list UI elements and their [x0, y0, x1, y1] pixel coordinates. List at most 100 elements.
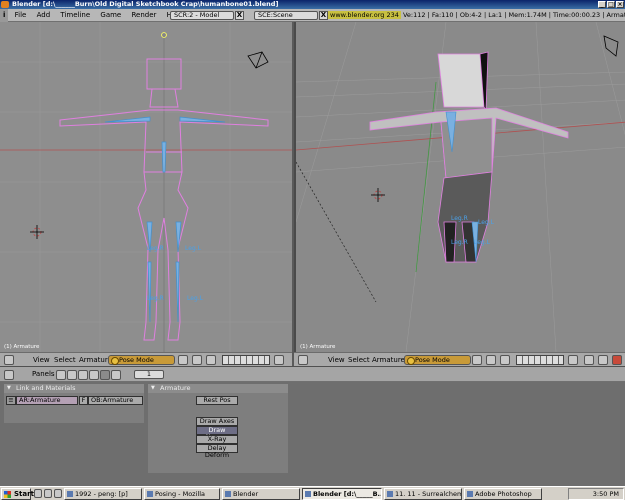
clock[interactable]: 3:50 PM: [593, 490, 619, 498]
menu-render[interactable]: Render: [127, 9, 160, 22]
bone-label-leg-r: Leg.R: [451, 215, 468, 222]
armature-data-icon[interactable]: ≡: [6, 396, 16, 405]
scene-delete-button[interactable]: X: [319, 11, 328, 20]
lock-icon[interactable]: [568, 355, 578, 365]
bone-label-lower-leg-r: Leg.R: [147, 295, 164, 302]
record-icon[interactable]: [612, 355, 622, 365]
screen-selector[interactable]: SCR:2 - Model: [170, 11, 234, 20]
desktop-quicklaunch-icon[interactable]: [34, 489, 42, 498]
view-header-left: View Select Armature Pose Mode: [0, 352, 292, 366]
menu-view-right[interactable]: View: [328, 353, 345, 367]
window-type-icon[interactable]: [4, 355, 14, 365]
object-context-icon[interactable]: [89, 370, 99, 380]
task-item-5[interactable]: 11. 11 - Surrealchemist - ...: [384, 488, 462, 500]
viewport-label-left: (1) Armature: [4, 344, 40, 350]
perspective-view-canvas: Leg.R Leg.L Leg.R Leg.L: [296, 22, 625, 352]
menu-game[interactable]: Game: [96, 9, 125, 22]
manipulator-icon[interactable]: [206, 355, 216, 365]
panel-armature-header[interactable]: Armature: [148, 384, 288, 393]
arrow-up-icon[interactable]: [598, 355, 608, 365]
window-type-icon[interactable]: [298, 355, 308, 365]
pivot-icon[interactable]: [192, 355, 202, 365]
mode-selector-right[interactable]: Pose Mode: [404, 355, 471, 365]
bone-label-leg-l: Leg.L: [478, 219, 495, 226]
system-tray: 3:50 PM: [568, 488, 624, 500]
logic-context-icon[interactable]: [56, 370, 66, 380]
task-item-1[interactable]: 1992 - peng: [p]: [64, 488, 142, 500]
task-item-4[interactable]: Blender [d:\_____B...: [302, 488, 382, 500]
buttons-window: Link and Materials ≡ AR:Armature F OB:Ar…: [0, 382, 625, 486]
draw-type-icon[interactable]: [472, 355, 482, 365]
editing-context-icon[interactable]: [100, 370, 110, 380]
viewport-perspective[interactable]: Leg.R Leg.L Leg.R Leg.L (1) Armature: [294, 22, 625, 352]
window-title: Blender [d:\______Burn\Old Digital Sketc…: [12, 0, 279, 8]
browser-quicklaunch-icon[interactable]: [44, 489, 52, 498]
menu-armature-right[interactable]: Armature: [372, 353, 405, 367]
menu-add[interactable]: Add: [33, 9, 55, 22]
status-info: www.blender.org 234 Ve:112 | Fa:110 | Ob…: [328, 9, 625, 22]
maximize-button[interactable]: □: [607, 1, 615, 8]
pivot-icon[interactable]: [486, 355, 496, 365]
menu-view-left[interactable]: View: [33, 353, 50, 367]
3d-cursor: [30, 225, 44, 239]
scene-selector[interactable]: SCE:Scene: [254, 11, 318, 20]
buttons-header: Panels 1: [0, 366, 625, 382]
object-name-field[interactable]: OB:Armature: [88, 396, 143, 405]
character-shaded: [369, 51, 569, 263]
panels-menu[interactable]: Panels: [32, 367, 55, 381]
top-menu-bar: i File Add Timeline Game Render Help SCR…: [0, 9, 625, 22]
menu-select-left[interactable]: Select: [54, 353, 76, 367]
menu-select-right[interactable]: Select: [348, 353, 370, 367]
bone-label-leg-r: Leg.R: [147, 245, 164, 252]
bone-label-lower-leg-l: Leg.L: [474, 239, 491, 246]
panel-armature-title: Armature: [160, 384, 191, 392]
start-button[interactable]: Start: [1, 488, 34, 500]
menu-timeline[interactable]: Timeline: [56, 9, 94, 22]
layer-buttons-right[interactable]: [516, 355, 564, 365]
menu-file[interactable]: File: [11, 9, 31, 22]
task-item-3[interactable]: Blender: [222, 488, 300, 500]
window-type-icon[interactable]: [4, 370, 14, 380]
lock-icon[interactable]: [274, 355, 284, 365]
manipulator-icon[interactable]: [500, 355, 510, 365]
task-item-2[interactable]: Posing - Mozilla: [144, 488, 220, 500]
draw-axes-button[interactable]: Draw Axes: [196, 417, 238, 426]
3d-cursor: [371, 188, 385, 202]
scene-context-icon[interactable]: [111, 370, 121, 380]
bone-label-leg-l: Leg.L: [185, 245, 202, 252]
script-context-icon[interactable]: [67, 370, 77, 380]
camera-icon: [247, 51, 269, 69]
window-title-bar: Blender [d:\______Burn\Old Digital Sketc…: [0, 0, 625, 9]
armature-data-field[interactable]: AR:Armature: [16, 396, 78, 405]
menu-armature-left[interactable]: Armature: [79, 353, 112, 367]
rest-pos-button[interactable]: Rest Pos: [196, 396, 238, 405]
close-window-button[interactable]: ×: [616, 1, 624, 8]
front-view-canvas: Leg.R Leg.L Leg.R Leg.L: [0, 22, 292, 352]
os-taskbar: Start 1992 - peng: [p] Posing - Mozilla …: [0, 486, 625, 500]
screen-delete-button[interactable]: X: [235, 11, 244, 20]
scene-stats: Ve:112 | Fa:110 | Ob:4-2 | La:1 | Mem:1.…: [402, 11, 625, 19]
viewport-label-right: (1) Armature: [300, 344, 336, 350]
media-quicklaunch-icon[interactable]: [54, 489, 62, 498]
mode-selector-left[interactable]: Pose Mode: [108, 355, 175, 365]
info-icon[interactable]: i: [0, 9, 9, 22]
fake-user-button[interactable]: F: [79, 396, 88, 405]
task-item-6[interactable]: Adobe Photoshop: [464, 488, 542, 500]
blender-app-icon: [1, 1, 9, 8]
camera-icon: [603, 35, 619, 57]
blender-url[interactable]: www.blender.org 234: [328, 11, 401, 19]
panel-link-materials-title: Link and Materials: [16, 384, 76, 392]
bone-label-lower-leg-r: Leg.R: [451, 239, 468, 246]
xray-button[interactable]: X-Ray: [196, 435, 238, 444]
draw-type-icon[interactable]: [178, 355, 188, 365]
layer-buttons-left[interactable]: [222, 355, 270, 365]
draw-names-toggle[interactable]: Draw Names: [196, 426, 238, 441]
panel-link-materials-header[interactable]: Link and Materials: [4, 384, 144, 393]
render-icon[interactable]: [584, 355, 594, 365]
viewport-front[interactable]: Leg.R Leg.L Leg.R Leg.L (1) Armature: [0, 22, 292, 352]
shading-context-icon[interactable]: [78, 370, 88, 380]
armature-bones: [104, 116, 226, 323]
delay-deform-button[interactable]: Delay Deform: [196, 444, 238, 459]
minimize-button[interactable]: _: [598, 1, 606, 8]
frame-field[interactable]: 1: [134, 370, 164, 379]
